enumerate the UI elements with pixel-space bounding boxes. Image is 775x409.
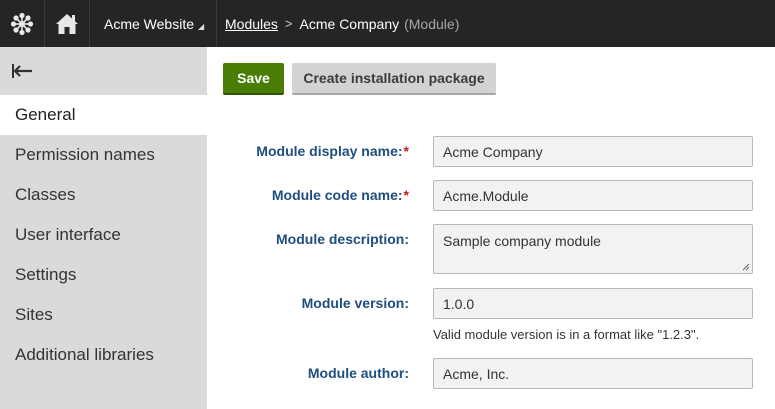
site-name: Acme Website xyxy=(104,15,194,32)
sidebar-item-label: User interface xyxy=(15,225,121,244)
resize-handle-icon[interactable] xyxy=(742,263,750,271)
sidebar-item-additional-libraries[interactable]: Additional libraries xyxy=(0,335,207,375)
display-name-field[interactable]: Acme Company xyxy=(433,136,753,167)
sidebar-item-settings[interactable]: Settings xyxy=(0,255,207,295)
sidebar: General Permission names Classes User in… xyxy=(0,47,207,409)
breadcrumb-type: (Module) xyxy=(404,15,460,32)
breadcrumb: Modules > Acme Company (Module) xyxy=(225,0,459,47)
sidebar-item-label: Permission names xyxy=(15,145,155,164)
code-name-label: Module code name:* xyxy=(271,187,409,203)
chevron-right-icon: > xyxy=(284,16,293,31)
sidebar-item-user-interface[interactable]: User interface xyxy=(0,215,207,255)
sidebar-item-label: Additional libraries xyxy=(15,345,154,364)
sidebar-item-label: Sites xyxy=(15,305,53,324)
version-label: Module version: xyxy=(301,295,409,311)
caret-down-icon: ◢ xyxy=(198,22,205,31)
breadcrumb-current: Acme Company xyxy=(299,15,400,32)
description-textarea[interactable]: Sample company module xyxy=(433,224,753,274)
sidebar-item-classes[interactable]: Classes xyxy=(0,175,207,215)
sidebar-item-sites[interactable]: Sites xyxy=(0,295,207,335)
sidebar-item-general[interactable]: General xyxy=(0,95,207,135)
version-hint: Valid module version is in a format like… xyxy=(433,327,700,342)
top-bar: Acme Website ◢ Modules > Acme Company (M… xyxy=(0,0,775,47)
create-installation-package-button[interactable]: Create installation package xyxy=(292,63,496,95)
author-label: Module author: xyxy=(307,365,409,381)
display-name-label: Module display name:* xyxy=(256,143,409,159)
sidebar-item-permission-names[interactable]: Permission names xyxy=(0,135,207,175)
app-logo-button[interactable] xyxy=(0,0,45,47)
code-name-field[interactable]: Acme.Module xyxy=(433,180,753,211)
arrow-left-icon xyxy=(12,64,32,78)
description-label: Module description: xyxy=(276,231,409,247)
description-value: Sample company module xyxy=(443,233,601,249)
home-button[interactable] xyxy=(45,0,90,47)
author-field[interactable]: Acme, Inc. xyxy=(433,358,753,389)
code-name-value: Acme.Module xyxy=(443,187,529,204)
version-field[interactable]: 1.0.0 xyxy=(433,288,753,319)
breadcrumb-modules-link[interactable]: Modules xyxy=(225,16,278,32)
sidebar-item-label: Settings xyxy=(15,265,77,284)
author-value: Acme, Inc. xyxy=(443,365,510,382)
home-icon xyxy=(56,13,78,34)
sidebar-item-label: General xyxy=(15,105,76,124)
save-button[interactable]: Save xyxy=(223,63,284,95)
sidebar-item-label: Classes xyxy=(15,185,76,204)
kentico-logo-icon xyxy=(10,12,34,35)
display-name-value: Acme Company xyxy=(443,143,543,160)
required-mark: * xyxy=(403,187,409,203)
back-button[interactable] xyxy=(0,47,207,95)
version-value: 1.0.0 xyxy=(443,295,475,312)
site-selector[interactable]: Acme Website ◢ xyxy=(90,0,217,47)
required-mark: * xyxy=(403,143,409,159)
